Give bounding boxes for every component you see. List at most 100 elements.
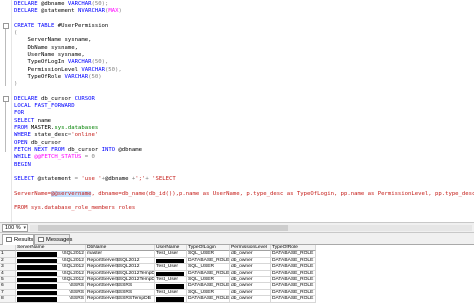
code-token: 'SELECT — [152, 176, 176, 183]
code-line[interactable] — [14, 16, 474, 23]
grid-icon — [6, 237, 12, 242]
code-line[interactable]: UserName sysname, — [14, 52, 474, 59]
chevron-down-icon[interactable]: ▾ — [23, 225, 26, 231]
code-token: DbName sysname, — [14, 44, 78, 51]
code-line[interactable]: DbName sysname, — [14, 45, 474, 52]
code-token: db_cursor — [30, 139, 62, 146]
code-line[interactable]: FETCH NEXT FROM db_cursor INTO @dbname — [14, 147, 474, 154]
code-token: FROM — [14, 205, 31, 212]
collapse-toggle-icon[interactable] — [3, 96, 9, 102]
code-token: = 0 — [81, 154, 95, 161]
code-token: CREATE TABLE — [14, 22, 58, 29]
redaction-block — [156, 297, 184, 302]
results-grid[interactable]: ServerName DbName UserName TypeOfLogin P… — [0, 245, 474, 303]
tab-messages-label: Messages — [46, 237, 73, 243]
outline-gutter — [0, 0, 12, 222]
code-line[interactable]: ServerName sysname, — [14, 37, 474, 44]
code-token: BEGIN — [14, 161, 31, 168]
code-line[interactable]: DECLARE db_cursor CURSOR — [14, 96, 474, 103]
code-line[interactable] — [14, 89, 474, 96]
zoom-select[interactable]: 100 % ▾ — [2, 224, 28, 232]
code-token: NVARCHAR — [78, 8, 105, 15]
code-token: @@FETCH_STATUS — [34, 154, 82, 161]
code-token: (50), — [91, 59, 109, 66]
code-line[interactable]: FROM sys.database_role_members roles — [14, 205, 474, 212]
code-token: OPEN — [14, 139, 31, 146]
servername-suffix: \SQL2012 — [61, 264, 84, 270]
code-line[interactable]: SELECT @statement = 'use '+@dbname +';'+… — [14, 176, 474, 183]
code-line[interactable]: WHERE state_desc='online' — [14, 132, 474, 139]
code-token: VARCHAR — [81, 66, 105, 73]
code-line[interactable]: TypeOfLogIn VARCHAR(50), — [14, 59, 474, 66]
collapse-toggle-icon[interactable] — [3, 23, 9, 29]
code-token: #UserPermission — [57, 22, 109, 29]
code-token: DECLARE — [14, 95, 41, 102]
code-token: 'online' — [71, 132, 99, 139]
code-token: UserName sysname, — [14, 52, 85, 59]
code-line[interactable]: FROM MASTER.sys.databases — [14, 125, 474, 132]
code-token: PermissionLevel — [14, 66, 82, 73]
code-token: LOCAL FAST_FORWARD — [14, 103, 75, 110]
code-line[interactable]: LOCAL FAST_FORWARD — [14, 103, 474, 110]
code-line[interactable]: ServerName=@@servername, dbname=db_name(… — [14, 190, 474, 198]
redaction-block — [17, 252, 57, 257]
code-token: DECLARE — [14, 8, 41, 15]
code-line[interactable] — [14, 169, 474, 176]
sql-code[interactable]: DECLARE @dbname VARCHAR(50); DECLARE @sta… — [14, 1, 474, 213]
code-token: WHERE — [14, 132, 35, 139]
code-token: (50); — [91, 1, 109, 7]
code-token: SELECT — [14, 117, 38, 124]
tab-messages[interactable]: Messages — [34, 234, 73, 244]
code-line[interactable]: SELECT name — [14, 118, 474, 125]
code-token: ( — [14, 30, 18, 37]
code-token: @statement — [40, 8, 78, 15]
code-token: INTO — [101, 146, 119, 153]
code-line[interactable]: BEGIN — [14, 162, 474, 169]
code-token: ServerName= — [14, 190, 52, 197]
code-line[interactable]: PermissionLevel VARCHAR(50), — [14, 67, 474, 74]
query-editor[interactable]: DECLARE @dbname VARCHAR(50); DECLARE @sta… — [0, 0, 474, 222]
redaction-block — [17, 278, 57, 283]
code-token: WHILE — [14, 154, 35, 161]
redaction-block — [17, 258, 57, 264]
code-line[interactable]: DECLARE @statement NVARCHAR(MAX) — [14, 8, 474, 15]
scrollbar-thumb[interactable] — [38, 225, 288, 231]
code-line[interactable]: CREATE TABLE #UserPermission — [14, 23, 474, 30]
code-line[interactable]: ) — [14, 81, 474, 88]
code-line[interactable]: DECLARE @dbname VARCHAR(50); — [14, 1, 474, 8]
code-token: db_cursor — [40, 95, 75, 102]
zoom-value: 100 % — [5, 225, 21, 231]
code-token: MASTER. — [30, 125, 55, 132]
code-line[interactable] — [14, 183, 474, 190]
code-line[interactable]: TypeOfRole VARCHAR(50) — [14, 74, 474, 81]
code-line[interactable]: WHILE @@FETCH_STATUS = 0 — [14, 154, 474, 161]
redaction-block — [156, 258, 184, 264]
redaction-block — [17, 284, 57, 289]
code-line[interactable]: ( — [14, 30, 474, 37]
code-line[interactable]: OPEN db_cursor — [14, 140, 474, 147]
tab-results[interactable]: Results — [2, 234, 34, 245]
servername-suffix: \SQL2012 — [61, 270, 84, 276]
code-line[interactable]: FOR — [14, 110, 474, 117]
code-token: sys.databases — [54, 125, 99, 132]
code-token: ';' — [135, 176, 146, 183]
servername-suffix: \SSRS — [69, 289, 84, 295]
code-token: sys.database_role_members roles — [30, 205, 136, 212]
redaction-block — [17, 290, 57, 296]
code-token: VARCHAR — [64, 73, 89, 80]
code-token: VARCHAR — [67, 59, 92, 66]
code-line[interactable] — [14, 198, 474, 205]
code-token: VARCHAR — [67, 1, 92, 7]
outline-bar — [5, 102, 6, 152]
redaction-block — [17, 297, 57, 302]
horizontal-scrollbar[interactable] — [30, 225, 472, 231]
code-token: (50), — [104, 66, 122, 73]
results-tabs: Results Messages — [0, 233, 474, 245]
code-token: TypeOfRole — [14, 73, 65, 80]
code-token: @statement — [37, 176, 75, 183]
servername-suffix: \SQL2012 — [61, 277, 84, 282]
message-icon — [38, 237, 44, 242]
redaction-block — [17, 265, 57, 270]
code-token: 'use ' — [81, 176, 102, 183]
servername-suffix: \SSRS — [69, 296, 84, 302]
